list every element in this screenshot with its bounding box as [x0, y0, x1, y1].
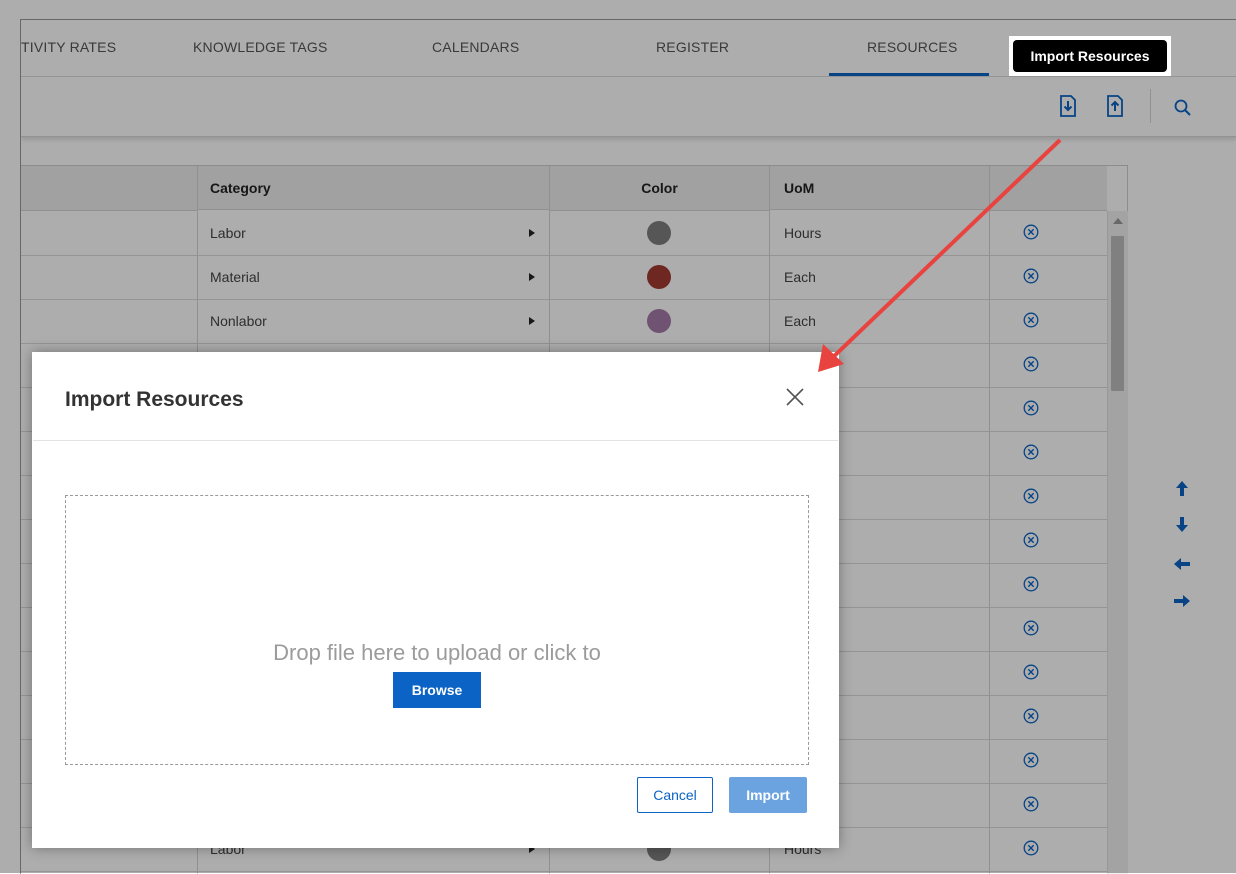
arrow-up-icon[interactable] — [1171, 477, 1193, 499]
import-resources-dialog: Import Resources Drop file here to uploa… — [32, 352, 839, 848]
name-cell[interactable] — [21, 255, 197, 299]
category-cell[interactable]: Material — [210, 269, 260, 285]
arrow-left-icon[interactable] — [1171, 553, 1193, 575]
vertical-scrollbar[interactable] — [1107, 211, 1128, 874]
arrow-down-icon[interactable] — [1171, 514, 1193, 536]
color-swatch[interactable] — [647, 221, 671, 245]
category-cell[interactable]: Labor — [210, 225, 246, 241]
drop-zone-text: Drop file here to upload or click to — [273, 640, 601, 665]
delete-row-icon[interactable] — [1023, 356, 1039, 372]
column-header-uom[interactable]: UoM — [770, 166, 989, 210]
uom-cell[interactable]: Each — [784, 313, 816, 329]
dialog-divider — [33, 440, 838, 441]
tab-resources[interactable]: RESOURCES — [867, 39, 957, 55]
dialog-title: Import Resources — [65, 388, 244, 411]
delete-row-icon[interactable] — [1023, 312, 1039, 328]
column-header-color[interactable]: Color — [550, 166, 769, 211]
delete-row-icon[interactable] — [1023, 620, 1039, 636]
tab-activity-rates[interactable]: TIVITY RATES — [21, 39, 116, 55]
delete-row-icon[interactable] — [1023, 268, 1039, 284]
expand-caret-icon[interactable] — [529, 317, 535, 325]
delete-row-icon[interactable] — [1023, 576, 1039, 592]
import-resources-tooltip: Import Resources — [1013, 40, 1167, 72]
uom-cell[interactable]: Hours — [784, 225, 821, 241]
delete-row-icon[interactable] — [1023, 444, 1039, 460]
table-row[interactable]: Material Each — [21, 255, 1127, 300]
delete-row-icon[interactable] — [1023, 488, 1039, 504]
expand-caret-icon[interactable] — [529, 229, 535, 237]
cancel-button[interactable]: Cancel — [637, 777, 713, 813]
uom-cell[interactable]: Each — [784, 269, 816, 285]
table-row[interactable]: Nonlabor Each — [21, 299, 1127, 344]
column-header-actions — [990, 166, 1107, 211]
file-drop-zone[interactable]: Drop file here to upload or click to Bro… — [65, 495, 809, 765]
tab-register[interactable]: REGISTER — [656, 39, 729, 55]
delete-row-icon[interactable] — [1023, 664, 1039, 680]
color-swatch[interactable] — [647, 309, 671, 333]
tab-calendars[interactable]: CALENDARS — [432, 39, 519, 55]
column-header-name[interactable] — [21, 166, 197, 211]
column-header-category[interactable]: Category — [198, 166, 549, 210]
scrollbar-thumb[interactable] — [1111, 236, 1124, 391]
delete-row-icon[interactable] — [1023, 796, 1039, 812]
close-icon[interactable] — [785, 387, 805, 407]
name-cell[interactable] — [21, 211, 197, 255]
color-swatch[interactable] — [647, 265, 671, 289]
arrow-right-icon[interactable] — [1171, 590, 1193, 612]
toolbar — [21, 77, 1236, 137]
browse-button[interactable]: Browse — [393, 672, 481, 708]
table-row[interactable]: Labor Hours — [21, 211, 1127, 256]
toolbar-divider — [1150, 89, 1151, 123]
expand-caret-icon[interactable] — [529, 273, 535, 281]
search-icon[interactable] — [1173, 97, 1193, 119]
import-button[interactable]: Import — [729, 777, 807, 813]
export-icon[interactable] — [1105, 95, 1125, 117]
delete-row-icon[interactable] — [1023, 708, 1039, 724]
delete-row-icon[interactable] — [1023, 840, 1039, 856]
category-cell[interactable]: Nonlabor — [210, 313, 267, 329]
tooltip-highlight: Import Resources — [1009, 36, 1171, 76]
column-divider — [989, 166, 990, 874]
active-tab-indicator — [829, 73, 989, 76]
delete-row-icon[interactable] — [1023, 224, 1039, 240]
delete-row-icon[interactable] — [1023, 752, 1039, 768]
scroll-up-icon[interactable] — [1113, 218, 1123, 224]
tab-knowledge-tags[interactable]: KNOWLEDGE TAGS — [193, 39, 328, 55]
delete-row-icon[interactable] — [1023, 400, 1039, 416]
delete-row-icon[interactable] — [1023, 532, 1039, 548]
name-cell[interactable] — [21, 299, 197, 343]
import-icon[interactable] — [1058, 95, 1078, 117]
